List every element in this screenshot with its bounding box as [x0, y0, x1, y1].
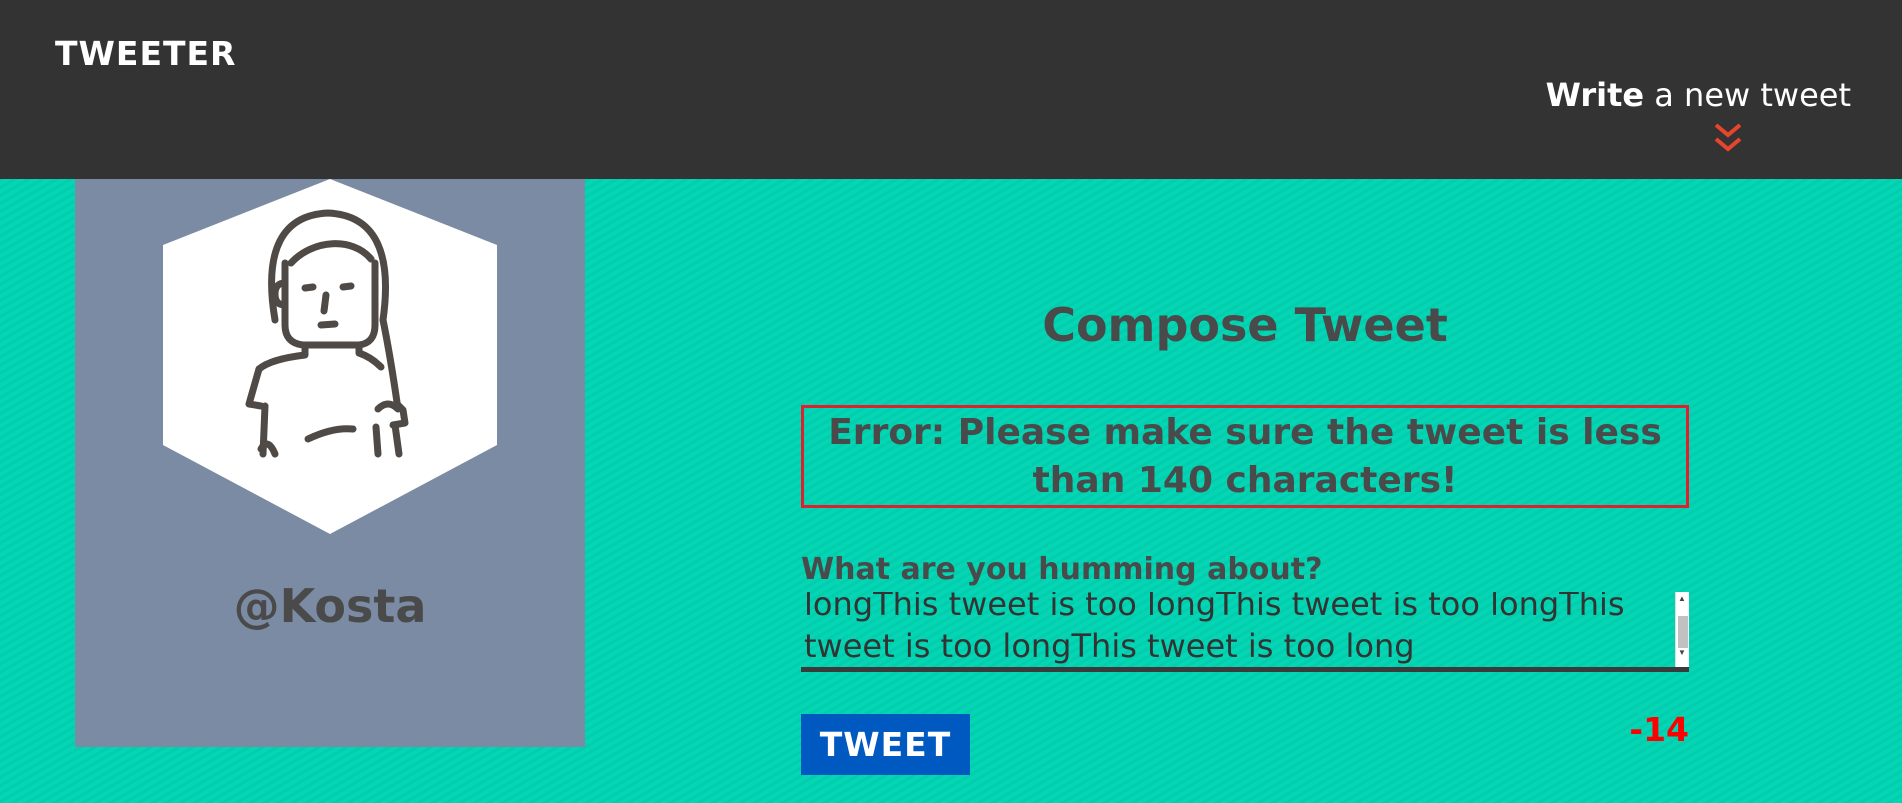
compose-toggle-bold: Write	[1545, 76, 1645, 114]
compose-toggle-text: a new tweet	[1644, 76, 1851, 114]
tweet-submit-button[interactable]: TWEET	[801, 714, 970, 775]
page-title: Compose Tweet	[1042, 298, 1448, 352]
tweet-textarea[interactable]: longThis tweet is too longThis tweet is …	[801, 592, 1689, 672]
character-counter: -14	[1629, 710, 1689, 749]
compose-section: Compose Tweet Error: Please make sure th…	[801, 290, 1689, 775]
profile-handle: @Kosta	[233, 579, 427, 633]
scrollbar-thumb[interactable]	[1678, 616, 1688, 648]
double-chevron-down-icon[interactable]	[1711, 122, 1745, 156]
compose-toggle-button[interactable]: Write a new tweet	[1546, 76, 1851, 114]
top-nav: TWEETER Write a new tweet	[0, 0, 1902, 179]
textarea-scrollbar[interactable]: ▲ ▼	[1675, 592, 1689, 667]
scroll-down-arrow-icon[interactable]: ▼	[1678, 649, 1686, 657]
user-avatar-icon	[163, 179, 497, 534]
profile-card: @Kosta	[75, 179, 585, 747]
tweet-input-label: What are you humming about?	[801, 552, 1323, 587]
scroll-up-arrow-icon[interactable]: ▲	[1678, 595, 1686, 603]
brand-logo[interactable]: TWEETER	[55, 34, 236, 73]
error-message: Error: Please make sure the tweet is les…	[801, 405, 1689, 508]
